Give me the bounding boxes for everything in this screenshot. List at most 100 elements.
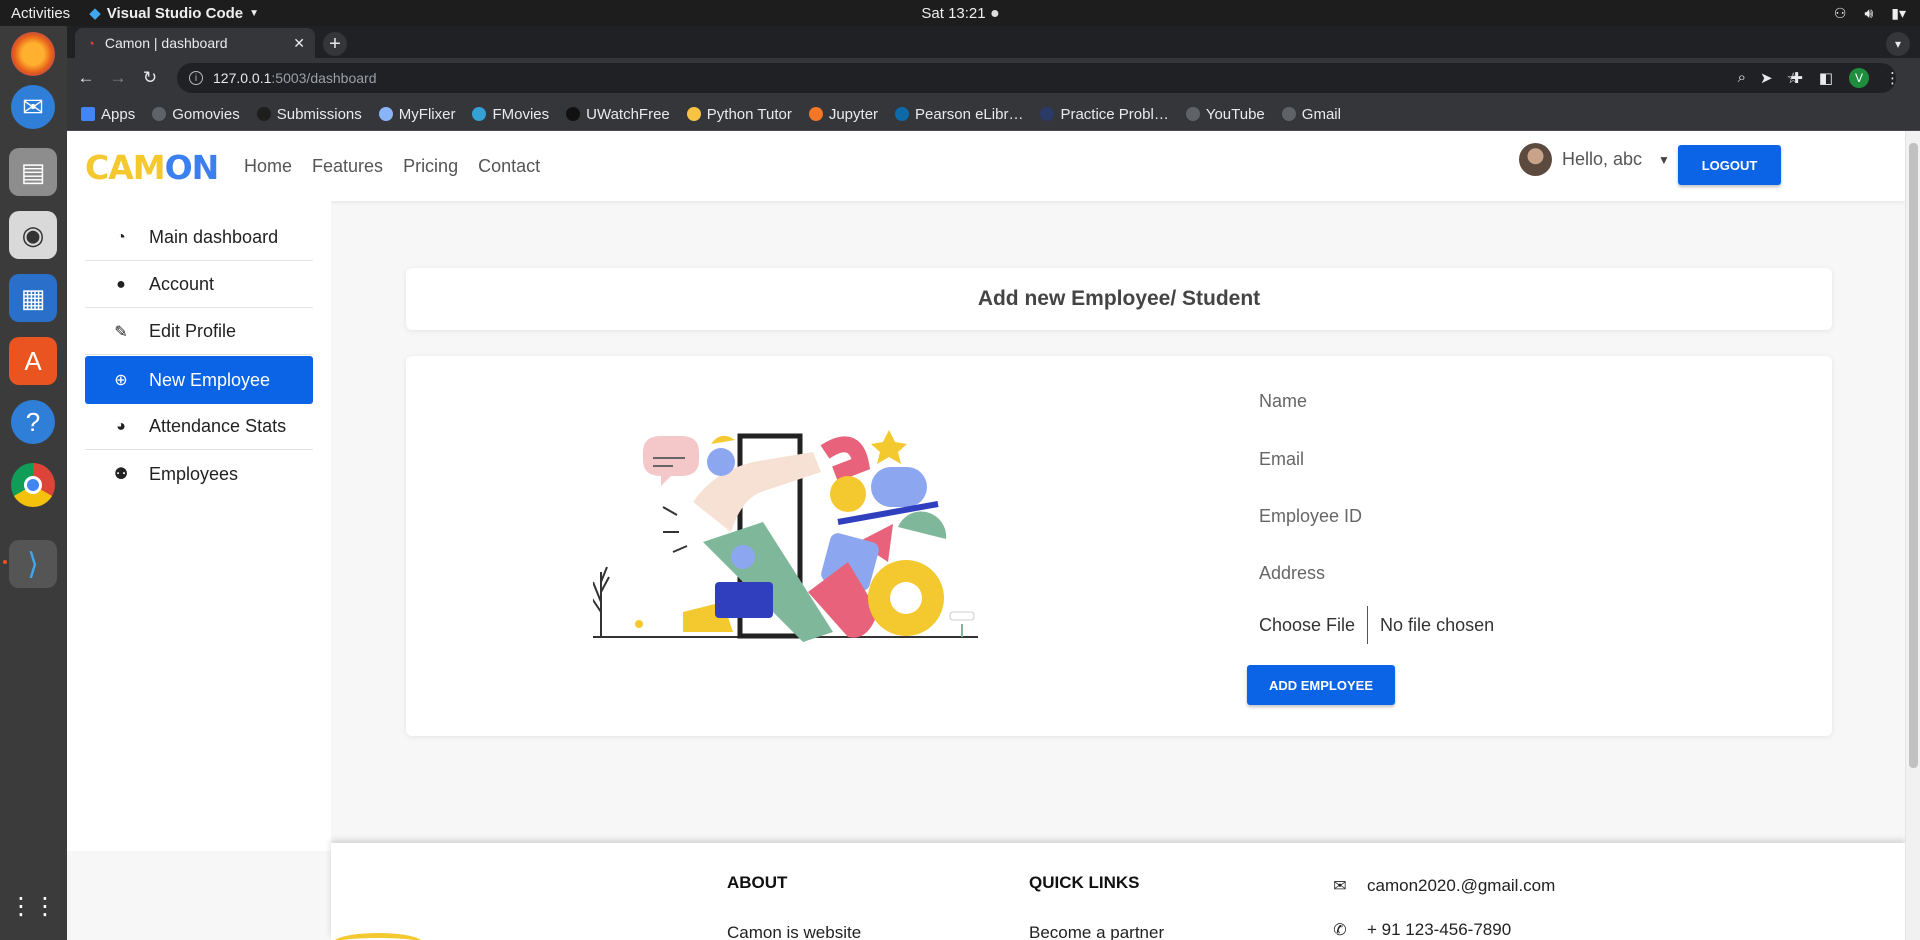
files-icon[interactable]: ▤ (9, 148, 57, 196)
thunderbird-icon[interactable]: ✉ (11, 85, 55, 129)
footer-email[interactable]: ✉ camon2020.@gmail.com (1331, 876, 1555, 896)
bookmark-label: Apps (101, 105, 136, 123)
side-panel-icon[interactable]: ◧ (1819, 69, 1833, 87)
activities-button[interactable]: Activities (11, 5, 70, 22)
favicon-icon (895, 107, 910, 121)
tab-title: Camon | dashboard (104, 35, 228, 51)
send-icon[interactable]: ➤ (1760, 69, 1773, 87)
bookmark-fmovies[interactable]: FMovies (472, 106, 549, 123)
logout-button[interactable]: LOGOUT (1678, 145, 1781, 185)
favicon-icon (256, 107, 271, 121)
clock[interactable]: Sat 13:21 (921, 4, 999, 22)
system-tray[interactable]: ⚇ 🔊︎ ▮▾ (1834, 5, 1906, 22)
footer: ABOUT Camon is website QUICK LINKS Becom… (331, 843, 1905, 940)
bookmark-practice-probl[interactable]: Practice Probl… (1040, 105, 1169, 123)
tab-camon-dashboard[interactable]: ◔ Camon | dashboard ✕ (75, 28, 315, 58)
bookmark-gomovies[interactable]: Gomovies (152, 106, 240, 123)
url-path: :5003/dashboard (271, 70, 377, 86)
nav-features[interactable]: Features (312, 156, 383, 177)
battery-icon[interactable]: ▮▾ (1891, 5, 1906, 22)
apps-grid-icon (81, 107, 95, 121)
app-name: Visual Studio Code (106, 4, 244, 22)
site-info-icon[interactable]: i (189, 71, 203, 85)
address-field[interactable]: Address (1259, 563, 1325, 584)
zoom-icon[interactable]: ⌕ (1738, 69, 1746, 87)
new-tab-button[interactable]: + (323, 32, 347, 56)
bookmark-jupyter[interactable]: Jupyter (808, 106, 878, 123)
bookmark-gmail[interactable]: Gmail (1281, 106, 1341, 123)
nav-pricing[interactable]: Pricing (403, 156, 458, 177)
bookmark-uwatchfree[interactable]: UWatchFree (566, 106, 670, 123)
tab-search-icon[interactable]: ▾ (1886, 32, 1910, 56)
footer-link-become-partner[interactable]: Become a partner (1029, 923, 1164, 940)
employee-id-field[interactable]: Employee ID (1259, 506, 1362, 527)
address-bar[interactable]: i 127.0.0.1:5003/dashboard ⌕ ➤ ☆ (177, 63, 1896, 93)
sidebar-item-label: New Employee (149, 369, 271, 390)
name-field[interactable]: Name (1259, 391, 1307, 412)
sidebar-item-new-employee[interactable]: ⊕ New Employee (85, 356, 313, 404)
favicon-icon (1281, 107, 1296, 121)
extensions-icon[interactable]: ✚ (1790, 69, 1803, 87)
choose-file-button[interactable]: Choose File (1259, 606, 1369, 644)
sidebar-item-attendance-stats[interactable]: ◕ Attendance Stats (85, 404, 313, 450)
menu-icon[interactable]: ⋮ (1885, 69, 1900, 87)
sidebar-item-label: Account (149, 274, 215, 294)
sidebar-item-edit-profile[interactable]: ✎ Edit Profile (85, 309, 313, 355)
show-apps-icon[interactable]: ⋮⋮ (9, 882, 57, 930)
bookmark-submissions[interactable]: Submissions (256, 105, 362, 123)
chrome-icon[interactable] (11, 463, 55, 507)
bookmark-label: UWatchFree (586, 105, 670, 123)
firefox-icon[interactable] (11, 32, 55, 76)
close-tab-icon[interactable]: ✕ (293, 35, 305, 52)
bookmark-pearson-elibr[interactable]: Pearson eLibr… (895, 106, 1023, 123)
email-field[interactable]: Email (1259, 449, 1304, 470)
sidebar-item-employees[interactable]: ⚉ Employees (85, 451, 313, 497)
footer-about-text: Camon is website (727, 923, 862, 940)
nav-home[interactable]: Home (244, 156, 292, 177)
user-menu[interactable]: Hello, abc ▼ (1519, 143, 1670, 176)
bookmark-label: Practice Probl… (1060, 105, 1169, 123)
bookmark-label: FMovies (492, 105, 550, 123)
envelope-icon: ✉ (1333, 878, 1347, 895)
sidebar-item-label: Main dashboard (149, 227, 279, 247)
bookmark-apps[interactable]: Apps (81, 106, 135, 123)
pie-chart-icon: ◕ (116, 417, 126, 435)
browser-chrome: ◔ Camon | dashboard ✕ + ▾ ← → ↻ i 127.0.… (67, 26, 1920, 131)
bookmark-python-tutor[interactable]: Python Tutor (686, 106, 792, 123)
scrollbar-thumb[interactable] (1909, 143, 1918, 768)
add-employee-button[interactable]: ADD EMPLOYEE (1247, 665, 1395, 705)
vscode-dock-icon[interactable]: ⟩ (3, 540, 57, 588)
rhythmbox-icon[interactable]: ◉ (9, 211, 57, 259)
bookmark-myflixer[interactable]: MyFlixer (378, 106, 455, 123)
file-input[interactable]: Choose File No file chosen (1259, 606, 1494, 644)
clock-text: Sat 13:21 (921, 4, 986, 22)
url-host: 127.0.0.1 (213, 70, 272, 86)
plant-icon (593, 566, 610, 637)
footer-quick-links-heading: QUICK LINKS (1029, 873, 1140, 892)
nav-contact[interactable]: Contact (478, 156, 540, 177)
camon-logo[interactable]: CAMON (85, 148, 219, 187)
back-icon[interactable]: ← (73, 65, 99, 91)
vscode-icon: ◆ (89, 5, 101, 22)
volume-icon[interactable]: 🔊︎ (1864, 5, 1873, 22)
favicon-icon (1185, 107, 1200, 121)
profile-avatar[interactable]: V (1849, 68, 1869, 88)
sidebar-item-account[interactable]: ● Account (85, 262, 313, 308)
bookmark-youtube[interactable]: YouTube (1185, 106, 1265, 123)
page-scrollbar[interactable] (1905, 131, 1920, 940)
app-menu[interactable]: ◆ Visual Studio Code ▼ (89, 4, 259, 23)
footer-phone[interactable]: ✆ + 91 123-456-7890 (1331, 920, 1511, 940)
reload-icon[interactable]: ↻ (137, 65, 163, 91)
phone-icon: ✆ (1333, 922, 1347, 939)
favicon-icon: ◔ (87, 35, 95, 51)
software-icon[interactable]: A (9, 337, 57, 385)
forward-icon[interactable]: → (105, 65, 131, 91)
tab-strip: ◔ Camon | dashboard ✕ + ▾ (67, 26, 1920, 58)
network-icon[interactable]: ⚇ (1834, 5, 1847, 22)
writer-icon[interactable]: ▦ (9, 274, 57, 322)
sidebar-item-main-dashboard[interactable]: ◔ Main dashboard (85, 215, 313, 261)
bookmark-label: Submissions (276, 105, 362, 123)
favicon-icon (378, 107, 393, 121)
system-top-bar: Activities ◆ Visual Studio Code ▼ Sat 13… (0, 0, 1920, 26)
help-icon[interactable]: ? (11, 400, 55, 444)
